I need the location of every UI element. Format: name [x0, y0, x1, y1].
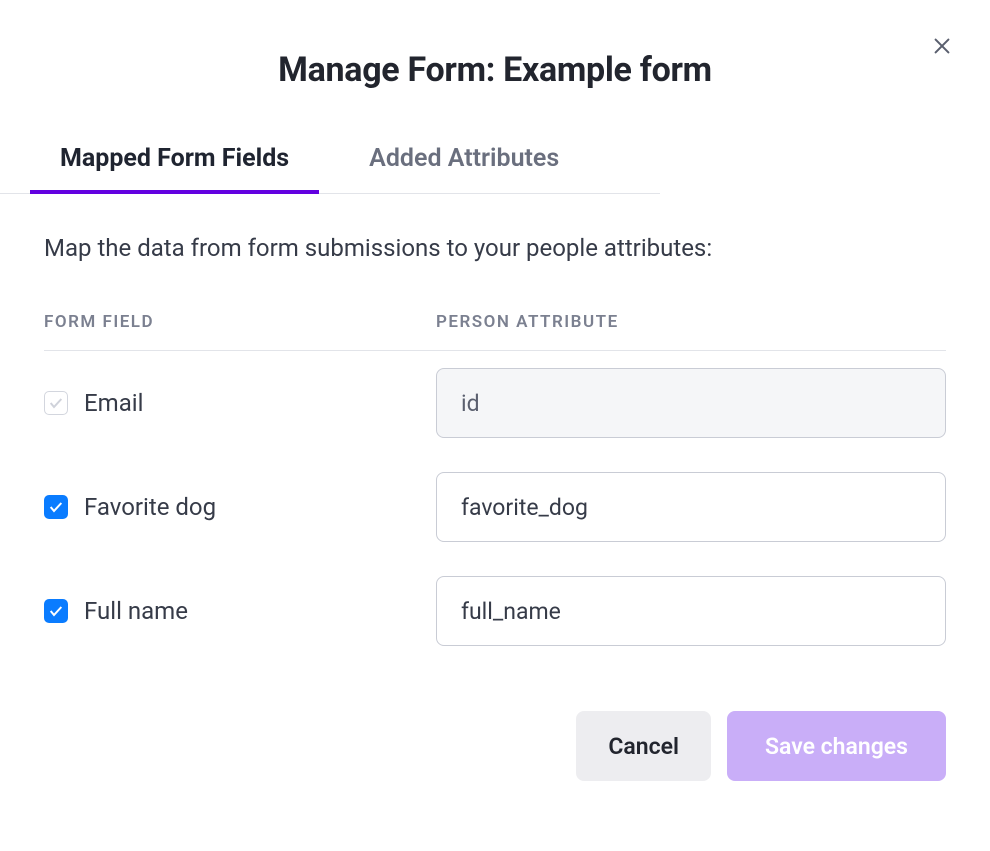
- checkbox-favorite-dog[interactable]: [44, 495, 68, 519]
- save-changes-button[interactable]: Save changes: [727, 711, 946, 781]
- field-label: Email: [84, 389, 143, 417]
- form-field-cell: Email: [44, 389, 436, 417]
- attribute-input-email: [436, 368, 946, 438]
- column-header-form-field: FORM FIELD: [44, 312, 436, 332]
- table-row: Favorite dog: [44, 455, 946, 559]
- close-button[interactable]: [928, 32, 956, 60]
- modal-title: Manage Form: Example form: [0, 0, 990, 90]
- check-icon: [48, 603, 64, 619]
- field-label: Full name: [84, 597, 188, 625]
- person-attribute-cell: [436, 368, 946, 438]
- cancel-button[interactable]: Cancel: [576, 711, 711, 781]
- close-icon: [931, 35, 953, 57]
- attribute-input-favorite-dog[interactable]: [436, 472, 946, 542]
- tab-mapped-form-fields[interactable]: Mapped Form Fields: [30, 144, 319, 193]
- tab-added-attributes[interactable]: Added Attributes: [339, 144, 589, 193]
- column-header-person-attribute: PERSON ATTRIBUTE: [436, 312, 946, 332]
- form-field-cell: Favorite dog: [44, 493, 436, 521]
- footer-actions: Cancel Save changes: [44, 711, 946, 781]
- description-text: Map the data from form submissions to yo…: [44, 234, 946, 262]
- table-row: Full name: [44, 559, 946, 663]
- person-attribute-cell: [436, 472, 946, 542]
- field-label: Favorite dog: [84, 493, 216, 521]
- table-header: FORM FIELD PERSON ATTRIBUTE: [44, 312, 946, 351]
- checkbox-email: [44, 391, 68, 415]
- form-field-cell: Full name: [44, 597, 436, 625]
- check-icon: [48, 395, 64, 411]
- mapping-table: FORM FIELD PERSON ATTRIBUTE Email Favori…: [44, 312, 946, 663]
- tabs: Mapped Form Fields Added Attributes: [0, 144, 660, 194]
- person-attribute-cell: [436, 576, 946, 646]
- attribute-input-full-name[interactable]: [436, 576, 946, 646]
- check-icon: [48, 499, 64, 515]
- table-row: Email: [44, 351, 946, 455]
- checkbox-full-name[interactable]: [44, 599, 68, 623]
